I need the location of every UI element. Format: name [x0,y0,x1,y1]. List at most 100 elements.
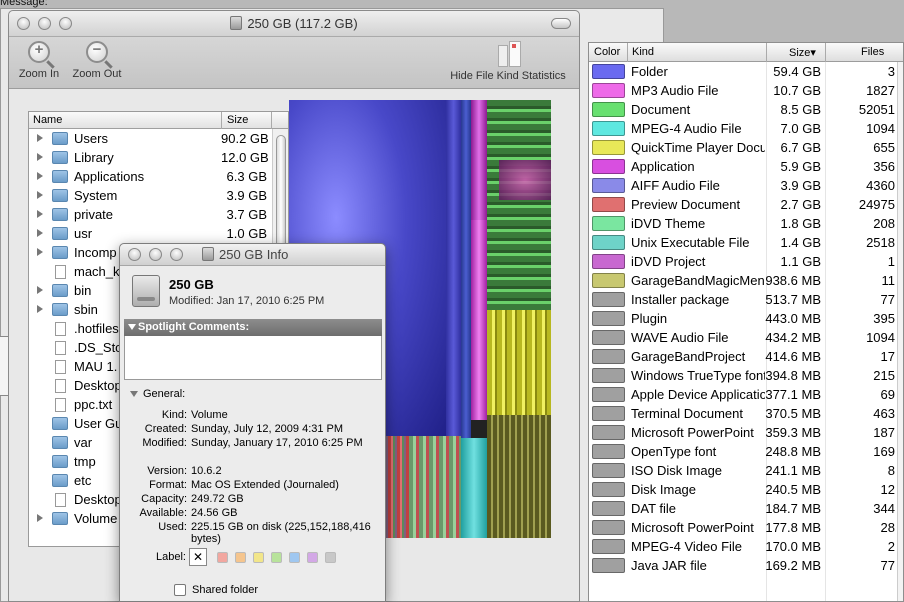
disclosure-triangle-icon[interactable] [37,305,43,313]
kind-name: GarageBandProject [631,349,746,364]
zoom-in-button[interactable]: + Zoom In [15,41,63,80]
file-kind-row[interactable]: GarageBandProject 414.6 MB 17 [589,347,903,366]
file-kind-row[interactable]: Java JAR file 169.2 MB 77 [589,556,903,575]
kind-file-count: 356 [873,159,895,174]
file-kind-row[interactable]: Apple Device Application 377.1 MB 69 [589,385,903,404]
info-minimize-button[interactable] [149,248,162,261]
size-column-header-sorted[interactable]: Size▾ [789,46,816,59]
size-column-header[interactable]: Size [227,114,248,126]
file-kind-row[interactable]: MP3 Audio File 10.7 GB 1827 [589,81,903,100]
kind-file-count: 11 [881,273,896,288]
disclosure-triangle-icon[interactable] [37,286,43,294]
file-kind-row[interactable]: GarageBandMagicMenu 938.6 MB 11 [589,271,903,290]
file-kind-row[interactable]: WAVE Audio File 434.2 MB 1094 [589,328,903,347]
kind-column-header[interactable]: Kind [632,46,654,58]
kind-name: Terminal Document [631,406,743,421]
file-kind-row[interactable]: Windows TrueType font 394.8 MB 215 [589,366,903,385]
disclosure-triangle-icon[interactable] [37,210,43,218]
kind-color-swatch [592,178,625,193]
disclosure-triangle-icon[interactable] [37,153,43,161]
file-list-row[interactable]: Users 90.2 GB [29,129,288,148]
toolbar-toggle-button[interactable] [551,18,571,29]
shared-folder-checkbox[interactable] [174,584,186,596]
general-section-header[interactable]: General: [130,388,185,400]
toolbar: + Zoom In − Zoom Out Hide File Kind Stat… [9,37,579,89]
folder-icon [52,512,68,525]
kind-file-count: 17 [880,349,895,364]
file-kind-row[interactable]: ISO Disk Image 241.1 MB 8 [589,461,903,480]
kind-color-swatch [592,406,625,421]
kind-color-swatch [592,121,625,136]
statistics-scrollbar[interactable] [897,62,903,601]
label-color-swatch[interactable] [325,552,336,563]
file-kind-row[interactable]: Microsoft PowerPoint 177.8 MB 28 [589,518,903,537]
label-none-button[interactable]: ✕ [189,548,207,566]
document-icon [55,379,66,393]
label-color-swatch[interactable] [217,552,228,563]
label-color-swatch[interactable] [235,552,246,563]
disclosure-triangle-icon[interactable] [37,514,43,522]
file-size: 6.3 GB [226,169,267,184]
file-list-row[interactable]: Applications 6.3 GB [29,167,288,186]
kind-name: WAVE Audio File [631,330,729,345]
file-list-header: Name Size [29,112,288,129]
file-kind-row[interactable]: iDVD Theme 1.8 GB 208 [589,214,903,233]
file-size: 1.0 GB [226,226,267,241]
info-field-value: 225.15 GB on disk (225,152,188,416 bytes… [191,521,371,545]
label-color-swatch[interactable] [253,552,264,563]
file-list-row[interactable]: System 3.9 GB [29,186,288,205]
file-kind-row[interactable]: MPEG-4 Audio File 7.0 GB 1094 [589,119,903,138]
disclosure-triangle-icon[interactable] [37,134,43,142]
file-kind-row[interactable]: Disk Image 240.5 MB 12 [589,480,903,499]
hide-file-kind-statistics-button[interactable]: Hide File Kind Statistics [443,41,573,82]
file-kind-row[interactable]: Folder 59.4 GB 3 [589,62,903,81]
file-kind-row[interactable]: Unix Executable File 1.4 GB 2518 [589,233,903,252]
disclosure-triangle-icon[interactable] [37,191,43,199]
file-kind-row[interactable]: iDVD Project 1.1 GB 1 [589,252,903,271]
file-name: Library [74,150,114,165]
kind-size: 6.7 GB [780,140,821,155]
window-titlebar[interactable]: 250 GB (117.2 GB) [9,11,579,37]
file-kind-row[interactable]: AIFF Audio File 3.9 GB 4360 [589,176,903,195]
kind-color-swatch [592,140,625,155]
info-close-button[interactable] [128,248,141,261]
disclosure-triangle-icon[interactable] [37,248,43,256]
color-column-header[interactable]: Color [594,46,620,58]
file-kind-row[interactable]: QuickTime Player Document 6.7 GB 655 [589,138,903,157]
file-kind-row[interactable]: Plugin 443.0 MB 395 [589,309,903,328]
info-field-key: Used: [158,521,187,533]
file-kind-row[interactable]: MPEG-4 Video File 170.0 MB 2 [589,537,903,556]
kind-size: 2.7 GB [780,197,821,212]
file-kind-row[interactable]: Document 8.5 GB 52051 [589,100,903,119]
scrollbar-thumb[interactable] [276,135,286,255]
kind-color-swatch [592,254,625,269]
spotlight-comments-field[interactable] [124,336,382,380]
file-kind-row[interactable]: Terminal Document 370.5 MB 463 [589,404,903,423]
file-size: 12.0 GB [221,150,269,165]
file-kind-row[interactable]: Installer package 513.7 MB 77 [589,290,903,309]
info-field-key: Created: [144,423,187,435]
label-color-swatch[interactable] [307,552,318,563]
file-kind-row[interactable]: DAT file 184.7 MB 344 [589,499,903,518]
info-titlebar[interactable]: 250 GB Info [120,244,385,266]
info-zoom-button[interactable] [170,248,183,261]
spotlight-comments-header[interactable]: Spotlight Comments: [124,319,382,336]
kind-size: 1.1 GB [780,254,821,269]
file-kind-row[interactable]: Preview Document 2.7 GB 24975 [589,195,903,214]
file-kind-row[interactable]: Microsoft PowerPoint 359.3 MB 187 [589,423,903,442]
file-list-row[interactable]: private 3.7 GB [29,205,288,224]
disclosure-triangle-icon[interactable] [37,172,43,180]
file-list-row[interactable]: Library 12.0 GB [29,148,288,167]
file-kind-row[interactable]: OpenType font 248.8 MB 169 [589,442,903,461]
zoom-out-button[interactable]: − Zoom Out [67,41,127,80]
label-color-swatch[interactable] [289,552,300,563]
file-list-row[interactable]: usr 1.0 GB [29,224,288,243]
kind-color-swatch [592,273,625,288]
kind-size: 5.9 GB [780,159,821,174]
disclosure-triangle-icon[interactable] [37,229,43,237]
kind-color-swatch [592,159,625,174]
file-kind-row[interactable]: Application 5.9 GB 356 [589,157,903,176]
label-color-swatch[interactable] [271,552,282,563]
name-column-header[interactable]: Name [33,114,62,126]
files-column-header[interactable]: Files [861,46,884,58]
